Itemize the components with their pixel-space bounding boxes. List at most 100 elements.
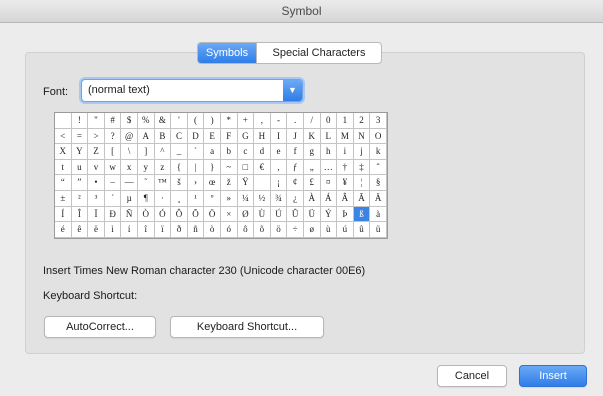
symbol-cell[interactable]: Ñ [121, 206, 138, 223]
symbol-cell[interactable]: „ [303, 159, 321, 176]
symbol-cell[interactable]: ¿ [287, 190, 304, 207]
symbol-cell[interactable]: ¤ [320, 175, 338, 191]
symbol-cell[interactable]: , [254, 113, 271, 129]
symbol-cell[interactable]: c [237, 144, 255, 160]
symbol-cell[interactable]: ¼ [237, 190, 255, 207]
symbol-cell[interactable]: 3 [370, 113, 387, 129]
symbol-cell[interactable]: % [137, 113, 155, 129]
symbol-cell[interactable]: @ [121, 128, 138, 145]
symbol-cell[interactable]: Ý [320, 206, 338, 223]
symbol-cell[interactable]: y [137, 159, 155, 176]
symbol-cell[interactable]: x [121, 159, 138, 176]
symbol-cell[interactable]: ³ [88, 190, 105, 207]
symbol-cell[interactable]: Û [287, 206, 304, 223]
symbol-cell[interactable]: “ [55, 175, 72, 191]
symbol-cell[interactable]: I [270, 128, 288, 145]
symbol-cell[interactable]: í [121, 222, 138, 238]
symbol-cell[interactable]: Õ [187, 206, 205, 223]
symbol-cell[interactable]: º [204, 190, 221, 207]
symbol-cell[interactable]: N [353, 128, 371, 145]
symbol-cell[interactable]: ! [71, 113, 89, 129]
symbol-cell[interactable]: ð [171, 222, 188, 238]
symbol-cell[interactable]: ¸ [171, 190, 188, 207]
symbol-cell[interactable]: … [320, 159, 338, 176]
symbol-cell[interactable]: _ [171, 144, 188, 160]
symbol-cell[interactable]: £ [303, 175, 321, 191]
symbol-cell[interactable]: ¾ [270, 190, 288, 207]
symbol-cell[interactable]: ) [204, 113, 221, 129]
symbol-cell[interactable] [254, 175, 271, 191]
symbol-cell[interactable]: × [220, 206, 238, 223]
symbol-cell[interactable]: F [220, 128, 238, 145]
symbol-cell[interactable]: Ã [353, 190, 371, 207]
symbol-cell[interactable]: ï [154, 222, 172, 238]
symbol-cell[interactable]: ø [303, 222, 321, 238]
chevron-down-icon[interactable]: ▼ [283, 80, 302, 101]
symbol-cell[interactable]: | [187, 159, 205, 176]
symbol-cell[interactable]: { [171, 159, 188, 176]
symbol-cell[interactable]: ì [104, 222, 122, 238]
symbol-cell[interactable]: ú [337, 222, 354, 238]
symbol-cell[interactable]: * [220, 113, 238, 129]
symbol-cell[interactable]: 2 [353, 113, 371, 129]
symbol-cell[interactable]: k [370, 144, 387, 160]
symbol-cell[interactable]: ü [370, 222, 387, 238]
symbol-cell[interactable]: Â [337, 190, 354, 207]
font-select[interactable]: (normal text) ▼ [81, 79, 303, 102]
symbol-cell[interactable]: ‡ [353, 159, 371, 176]
symbol-cell[interactable]: µ [121, 190, 138, 207]
symbol-cell[interactable]: e [270, 144, 288, 160]
symbol-cell[interactable]: Þ [337, 206, 354, 223]
symbol-cell[interactable]: J [287, 128, 304, 145]
symbol-cell[interactable]: 1 [337, 113, 354, 129]
symbol-cell[interactable]: Ø [237, 206, 255, 223]
symbol-cell[interactable]: , [270, 159, 288, 176]
symbol-cell[interactable]: ½ [254, 190, 271, 207]
symbol-cell[interactable]: = [71, 128, 89, 145]
symbol-cell[interactable]: à [370, 206, 387, 223]
symbol-cell[interactable]: [ [104, 144, 122, 160]
insert-button[interactable]: Insert [519, 365, 587, 387]
symbol-cell[interactable]: » [220, 190, 238, 207]
symbol-cell[interactable]: Ä [370, 190, 387, 207]
symbol-cell[interactable]: ¹ [187, 190, 205, 207]
symbol-cell[interactable]: ´ [104, 190, 122, 207]
symbol-cell[interactable]: $ [121, 113, 138, 129]
symbol-cell[interactable]: ~ [220, 159, 238, 176]
symbol-cell[interactable]: j [353, 144, 371, 160]
symbol-cell[interactable]: š [171, 175, 188, 191]
symbol-cell[interactable]: E [204, 128, 221, 145]
symbol-cell[interactable]: Ó [154, 206, 172, 223]
symbol-cell[interactable]: > [88, 128, 105, 145]
symbol-cell[interactable]: ˆ [370, 159, 387, 176]
symbol-cell[interactable]: Í [55, 206, 72, 223]
symbol-cell[interactable]: \ [121, 144, 138, 160]
symbol-cell[interactable]: € [254, 159, 271, 176]
symbol-cell[interactable]: ƒ [287, 159, 304, 176]
symbol-cell[interactable]: D [187, 128, 205, 145]
symbol-cell[interactable]: d [254, 144, 271, 160]
symbol-cell[interactable]: O [370, 128, 387, 145]
symbol-cell[interactable]: i [337, 144, 354, 160]
symbol-cell[interactable]: ˜ [137, 175, 155, 191]
symbol-cell[interactable]: g [303, 144, 321, 160]
symbol-cell[interactable]: ž [220, 175, 238, 191]
symbol-cell[interactable]: ß [353, 206, 371, 223]
symbol-cell[interactable]: ? [104, 128, 122, 145]
symbol-cell[interactable]: C [171, 128, 188, 145]
symbol-cell[interactable]: ñ [187, 222, 205, 238]
tab-symbols[interactable]: Symbols [198, 43, 256, 63]
symbol-cell[interactable]: < [55, 128, 72, 145]
symbol-cell[interactable]: M [337, 128, 354, 145]
symbol-cell[interactable]: ô [237, 222, 255, 238]
symbol-cell[interactable]: Ú [270, 206, 288, 223]
symbol-cell[interactable]: . [287, 113, 304, 129]
symbol-cell[interactable]: ö [270, 222, 288, 238]
symbol-grid[interactable]: ! " # $% & '() * +, -./0 1 2 3 < = >? @ A B C D E F G H I J K L M N O X… [54, 112, 388, 239]
symbol-cell[interactable]: Ð [104, 206, 122, 223]
symbol-cell[interactable]: - [270, 113, 288, 129]
symbol-cell[interactable]: G [237, 128, 255, 145]
symbol-cell[interactable]: Z [88, 144, 105, 160]
symbol-cell[interactable]: — [121, 175, 138, 191]
symbol-cell[interactable]: z [154, 159, 172, 176]
